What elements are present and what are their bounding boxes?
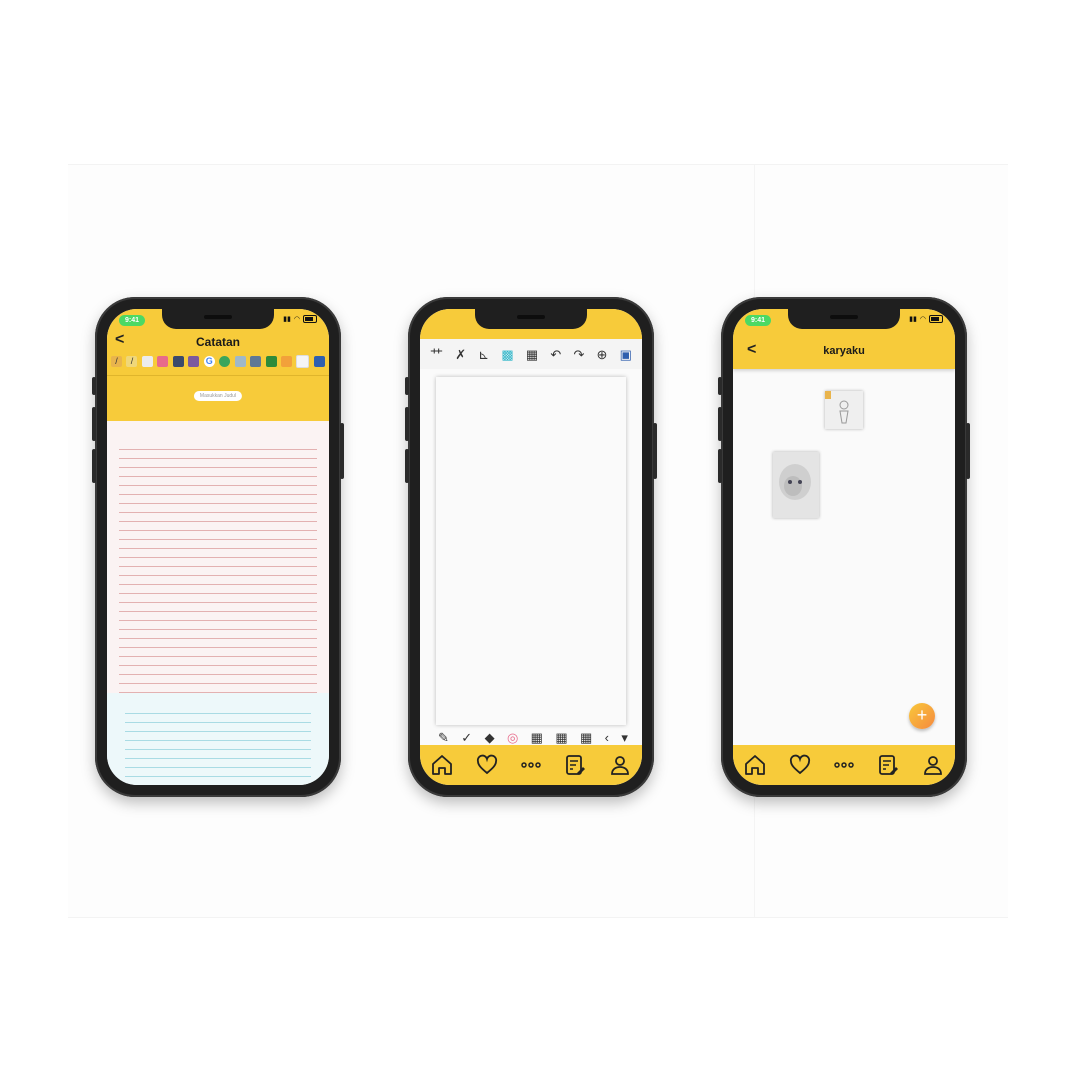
notebook-icon[interactable] [188,355,200,367]
more-icon[interactable] [519,753,543,777]
book-icon[interactable] [172,355,184,367]
gallery-icon[interactable] [250,355,262,367]
pen-icon[interactable]: / [111,355,122,367]
google-icon[interactable]: G [203,355,215,367]
add-icon[interactable]: ⊕ [597,347,608,363]
eraser-icon[interactable]: ◆ [485,731,495,745]
globe-icon[interactable] [219,355,231,367]
brush-icon[interactable]: ✗ [455,347,466,363]
bottom-nav [420,745,642,785]
status-icons: ▮▮ ◠ [283,315,317,323]
notes-toolbar: / / G [111,353,325,369]
status-time: 9:41 [119,315,146,326]
more-icon[interactable] [832,753,856,777]
pattern-icon[interactable]: ▦ [580,731,592,745]
bottom-nav [733,745,955,785]
book-icon[interactable] [157,355,169,367]
screen-notes: 9:41 ▮▮ ◠ < Catatan / / G Masukkan Judul [107,309,329,785]
drawing-canvas[interactable] [436,377,626,725]
page-title: Catatan [195,335,240,349]
profile-icon[interactable] [608,753,632,777]
pen-icon[interactable]: ✎ [438,731,449,745]
pattern-icon[interactable]: ▦ [531,731,543,745]
phone-gallery: 9:41 ▮▮ ◠ < karyaku + [718,297,970,797]
ruler-icon[interactable]: ⊾ [478,347,489,363]
drawing-toolbar-bottom: ✎ ✓ ◆ ◎ ▦ ▦ ▦ ‹ ▾ [438,731,628,745]
title-input[interactable]: Masukkan Judul [193,391,243,401]
heart-icon[interactable] [788,753,812,777]
gallery-icon[interactable] [234,355,246,367]
status-icons: ▮▮ ◠ [909,315,943,323]
check-icon[interactable]: ✓ [461,731,472,745]
page-title: karyaku [823,345,865,357]
screen-drawing: ⺾ ✗ ⊾ ▩ ▦ ↶ ↷ ⊕ ▣ ✎ ✓ ◆ ◎ ▦ ▦ ▦ ‹ ▾ [420,309,642,785]
paper-lines [119,441,317,711]
notes-icon[interactable] [876,753,900,777]
home-icon[interactable] [743,753,767,777]
brush-icon[interactable]: ⺾ [430,347,443,363]
chevron-left-icon[interactable]: ‹ [605,731,609,745]
heart-icon[interactable] [475,753,499,777]
phone-drawing: ⺾ ✗ ⊾ ▩ ▦ ↶ ↷ ⊕ ▣ ✎ ✓ ◆ ◎ ▦ ▦ ▦ ‹ ▾ [405,297,657,797]
document-icon[interactable] [280,355,292,367]
notes-icon[interactable] [563,753,587,777]
color-icon[interactable]: ▩ [501,347,513,363]
drawing-toolbar-top: ⺾ ✗ ⊾ ▩ ▦ ↶ ↷ ⊕ ▣ [430,347,632,363]
app-icon[interactable] [265,355,277,367]
artwork-thumbnail[interactable] [773,452,819,518]
pencil-icon[interactable]: / [126,355,138,367]
color-wheel-icon[interactable]: ◎ [507,731,518,745]
dropdown-icon[interactable]: ▾ [621,731,628,745]
undo-icon[interactable]: ↶ [550,347,561,363]
save-icon[interactable] [313,355,325,367]
home-icon[interactable] [430,753,454,777]
add-artwork-button[interactable]: + [909,703,935,729]
screen-gallery: 9:41 ▮▮ ◠ < karyaku + [733,309,955,785]
artwork-thumbnail[interactable] [825,391,863,429]
pattern-icon[interactable]: ▦ [526,347,538,363]
save-icon[interactable]: ▣ [620,347,632,363]
document-icon[interactable] [296,354,310,368]
pattern-icon[interactable]: ▦ [555,731,567,745]
secondary-paper[interactable] [107,693,329,785]
profile-icon[interactable] [921,753,945,777]
phone-notes: 9:41 ▮▮ ◠ < Catatan / / G Masukkan Judul [92,297,344,797]
eraser-icon[interactable] [141,355,153,367]
status-time: 9:41 [745,315,772,326]
redo-icon[interactable]: ↷ [573,347,584,363]
